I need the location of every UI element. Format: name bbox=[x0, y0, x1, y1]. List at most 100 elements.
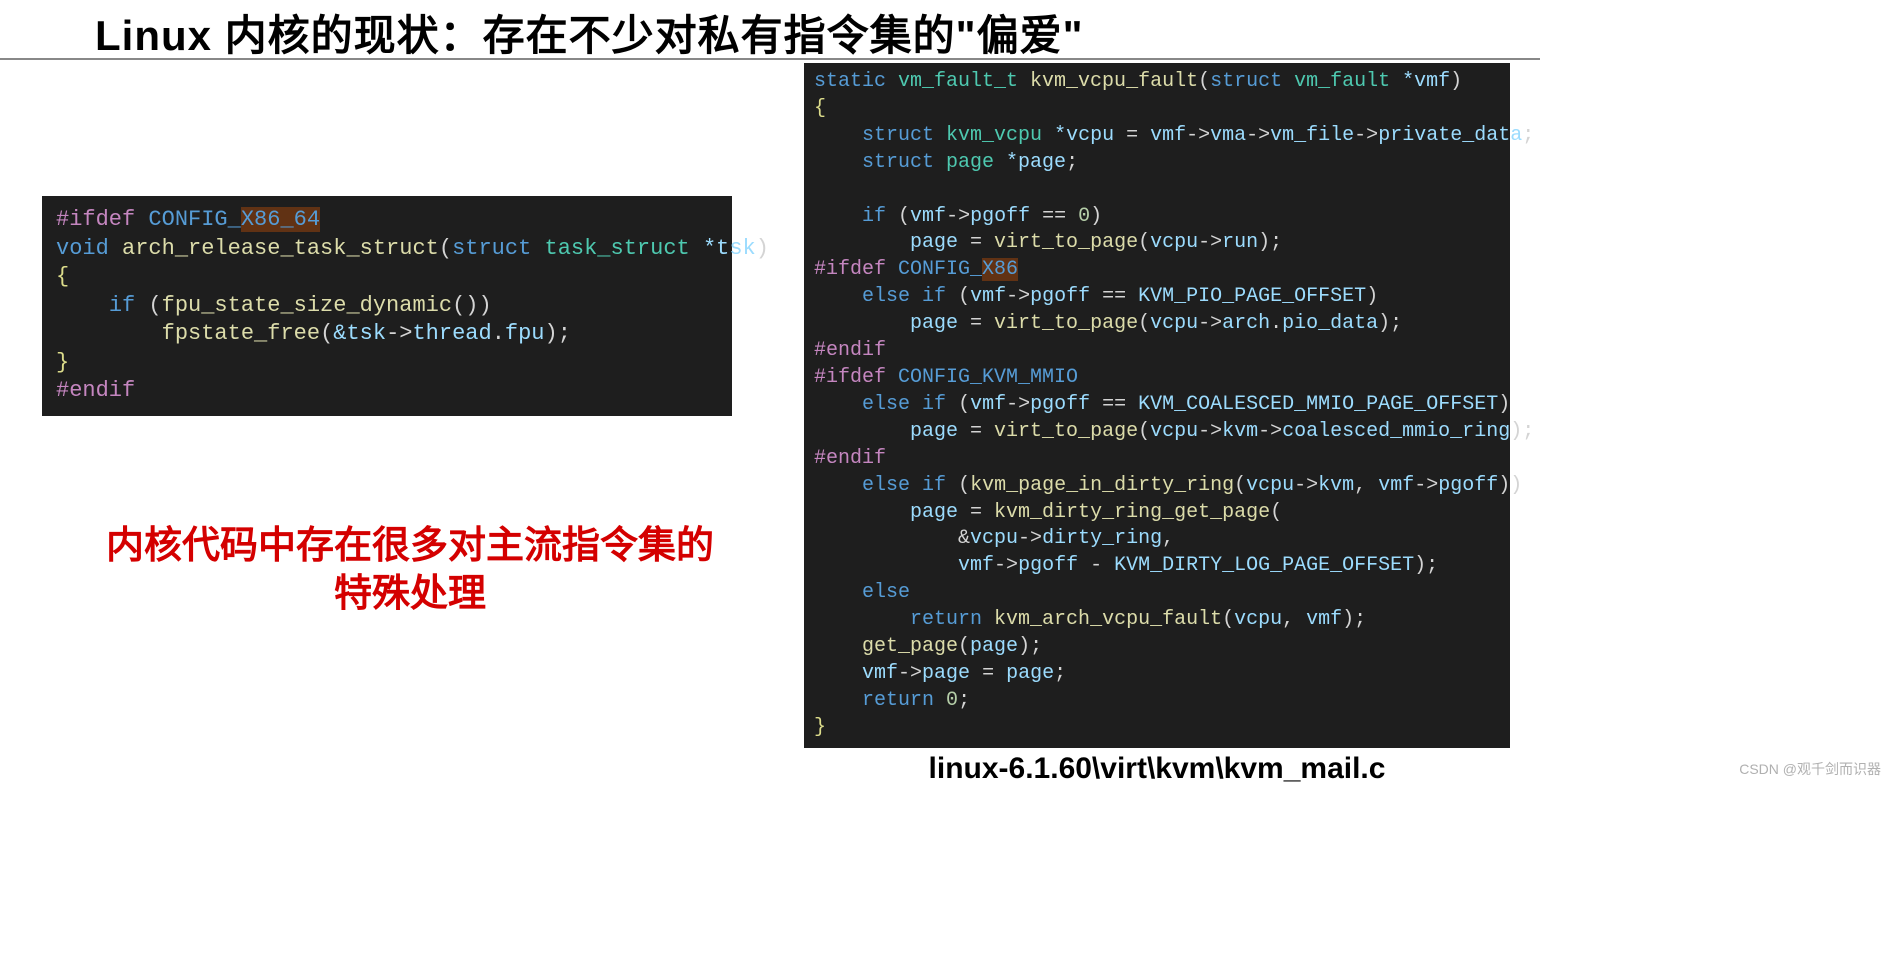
kw-if4: if bbox=[922, 393, 946, 416]
watermark: CSDN @观千剑而识器 bbox=[1739, 759, 1881, 779]
fn-fpu-state: fpu_state_size_dynamic bbox=[162, 293, 452, 318]
pp-ifdef3: #ifdef bbox=[814, 366, 886, 389]
fn-fpstate-free: fpstate_free bbox=[162, 321, 320, 346]
id-pgoff3: pgoff bbox=[1030, 393, 1090, 416]
fn-get-page: kvm_dirty_ring_get_page bbox=[994, 501, 1270, 524]
kw-else: else bbox=[862, 285, 910, 308]
brace-open2: { bbox=[814, 97, 826, 120]
brace-open: { bbox=[56, 264, 69, 289]
param-tsk: *tsk bbox=[703, 236, 756, 261]
id-thread: thread bbox=[412, 321, 491, 346]
kw-void: void bbox=[56, 236, 109, 261]
id-vcpu4: vcpu bbox=[1150, 420, 1198, 443]
code-block-left: #ifdef CONFIG_X86_64 void arch_release_t… bbox=[42, 196, 732, 416]
kw-struct4: struct bbox=[862, 151, 934, 174]
id-vmf5: vmf bbox=[1378, 474, 1414, 497]
id-vmf7: vmf bbox=[1306, 608, 1342, 631]
slide-title: Linux 内核的现状：存在不少对私有指令集的"偏爱" bbox=[95, 2, 1084, 63]
pp-endif3: #endif bbox=[814, 447, 886, 470]
id-pgoff4: pgoff bbox=[1438, 474, 1498, 497]
kw-return: return bbox=[910, 608, 982, 631]
fn-virt-to-page2: virt_to_page bbox=[994, 312, 1138, 335]
kw-struct: struct bbox=[452, 236, 531, 261]
id-priv: private_data bbox=[1378, 124, 1522, 147]
kw-struct2: struct bbox=[1210, 70, 1282, 93]
id-vmfile: vm_file bbox=[1270, 124, 1354, 147]
id-page3: page bbox=[910, 312, 958, 335]
kw-else2: else bbox=[862, 393, 910, 416]
kw-else4: else bbox=[862, 581, 910, 604]
id-dirty-ring: dirty_ring bbox=[1042, 527, 1162, 550]
const-mmio: KVM_COALESCED_MMIO_PAGE_OFFSET bbox=[1138, 393, 1498, 416]
pp-endif2: #endif bbox=[814, 339, 886, 362]
id-page5: page bbox=[910, 501, 958, 524]
id-vcpu6: vcpu bbox=[970, 527, 1018, 550]
file-path-label: linux-6.1.60\virt\kvm\kvm_mail.c bbox=[804, 752, 1510, 786]
id-page: *page bbox=[1006, 151, 1066, 174]
kw-if5: if bbox=[922, 474, 946, 497]
id-ring: coalesced_mmio_ring bbox=[1282, 420, 1510, 443]
num-zero2: 0 bbox=[946, 689, 958, 712]
id-page6: page bbox=[970, 635, 1018, 658]
id-page7: page bbox=[922, 662, 970, 685]
id-vmf2: vmf bbox=[910, 205, 946, 228]
pp-ifdef: #ifdef bbox=[56, 207, 135, 232]
id-arch: arch bbox=[1222, 312, 1270, 335]
id-vcpu: *vcpu bbox=[1054, 124, 1114, 147]
const-dirty: KVM_DIRTY_LOG_PAGE_OFFSET bbox=[1114, 554, 1414, 577]
id-vmf8: vmf bbox=[862, 662, 898, 685]
id-fpu: fpu bbox=[505, 321, 545, 346]
macro-kvm-mmio: CONFIG_KVM_MMIO bbox=[886, 366, 1078, 389]
macro-config: CONFIG_ bbox=[135, 207, 241, 232]
pp-endif: #endif bbox=[56, 378, 135, 403]
pp-ifdef2: #ifdef bbox=[814, 258, 886, 281]
callout-line2: 特殊处理 bbox=[334, 573, 486, 615]
id-pgoff5: pgoff bbox=[1018, 554, 1078, 577]
id-kvm: kvm bbox=[1222, 420, 1258, 443]
id-pio: pio_data bbox=[1282, 312, 1378, 335]
kw-else3: else bbox=[862, 474, 910, 497]
macro-x86: X86 bbox=[982, 258, 1018, 281]
id-tsk: &tsk bbox=[333, 321, 386, 346]
callout-line1: 内核代码中存在很多对主流指令集的 bbox=[106, 525, 714, 567]
kw-if2: if bbox=[862, 205, 886, 228]
kw-return2: return bbox=[862, 689, 934, 712]
fn-virt-to-page: virt_to_page bbox=[994, 231, 1138, 254]
fn-arch-fault: kvm_arch_vcpu_fault bbox=[994, 608, 1222, 631]
id-page4: page bbox=[910, 420, 958, 443]
type-page: page bbox=[934, 151, 1006, 174]
fn-getpage: get_page bbox=[862, 635, 958, 658]
kw-if3: if bbox=[922, 285, 946, 308]
kw-struct3: struct bbox=[862, 124, 934, 147]
id-vcpu7: vcpu bbox=[1234, 608, 1282, 631]
id-vmf6: vmf bbox=[958, 554, 994, 577]
fn-virt-to-page3: virt_to_page bbox=[994, 420, 1138, 443]
kw-static: static bbox=[814, 70, 886, 93]
slide: Linux 内核的现状：存在不少对私有指令集的"偏爱" #ifdef CONFI… bbox=[0, 0, 1540, 800]
id-vmf4: vmf bbox=[970, 393, 1006, 416]
fn-arch-release: arch_release_task_struct bbox=[109, 236, 439, 261]
id-vcpu5: vcpu bbox=[1246, 474, 1294, 497]
code-block-right: static vm_fault_t kvm_vcpu_fault(struct … bbox=[804, 63, 1510, 748]
fn-kvm-vcpu-fault: kvm_vcpu_fault bbox=[1030, 70, 1198, 93]
type-task-struct: task_struct bbox=[531, 236, 703, 261]
title-divider bbox=[0, 58, 1540, 60]
id-pgoff2: pgoff bbox=[1030, 285, 1090, 308]
num-zero: 0 bbox=[1078, 205, 1090, 228]
kw-if: if bbox=[109, 293, 135, 318]
id-page2: page bbox=[910, 231, 958, 254]
type-kvm-vcpu: kvm_vcpu bbox=[934, 124, 1054, 147]
id-run: run bbox=[1222, 231, 1258, 254]
macro-config2: CONFIG_ bbox=[886, 258, 982, 281]
id-vmf: vmf bbox=[1150, 124, 1186, 147]
type-vmfault: vm_fault_t bbox=[886, 70, 1030, 93]
id-vma: vma bbox=[1210, 124, 1246, 147]
id-page8: page bbox=[1006, 662, 1054, 685]
param-vmf: *vmf bbox=[1402, 70, 1450, 93]
id-vcpu3: vcpu bbox=[1150, 312, 1198, 335]
type-vm-fault: vm_fault bbox=[1282, 70, 1402, 93]
macro-x86-64: X86_64 bbox=[241, 207, 320, 232]
brace-close2: } bbox=[814, 716, 826, 739]
id-pgoff: pgoff bbox=[970, 205, 1030, 228]
id-kvm2: kvm bbox=[1318, 474, 1354, 497]
